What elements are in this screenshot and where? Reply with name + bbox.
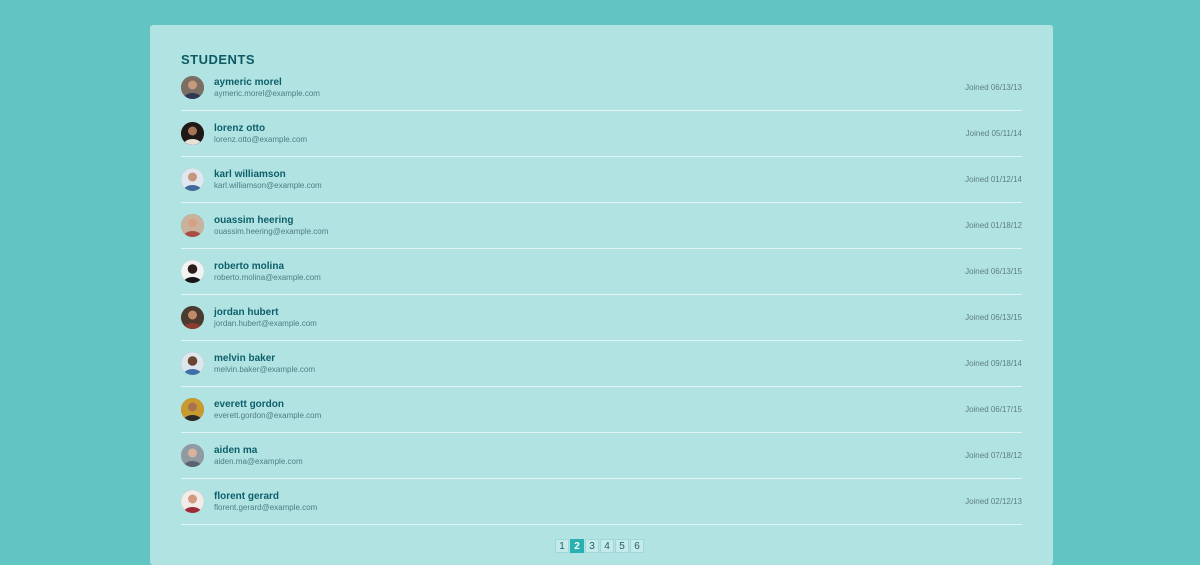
page-link-2-current[interactable]: 2 xyxy=(570,539,584,553)
joined-date: Joined 06/17/15 xyxy=(965,405,1022,414)
avatar-icon xyxy=(181,306,204,329)
joined-date: Joined 06/13/13 xyxy=(965,83,1022,92)
student-row[interactable]: ouassim heering ouassim.heering@example.… xyxy=(181,203,1022,249)
avatar-icon xyxy=(181,168,204,191)
student-name: jordan hubert xyxy=(214,307,279,318)
student-row[interactable]: aymeric morel aymeric.morel@example.com … xyxy=(181,65,1022,111)
joined-date: Joined 06/13/15 xyxy=(965,313,1022,322)
avatar-icon xyxy=(181,214,204,237)
student-name: florent gerard xyxy=(214,491,280,502)
joined-date: Joined 09/18/14 xyxy=(965,359,1022,368)
avatar xyxy=(181,398,204,421)
avatar-icon xyxy=(181,398,204,421)
student-email: jordan.hubert@example.com xyxy=(214,319,317,328)
avatar xyxy=(181,168,204,191)
students-panel: STUDENTS aymeric morel aymeric.morel@exa… xyxy=(150,25,1053,565)
avatar-icon xyxy=(181,122,204,145)
student-row[interactable]: florent gerard florent.gerard@example.co… xyxy=(181,479,1022,525)
page-link-1[interactable]: 1 xyxy=(555,539,569,553)
student-email: aiden.ma@example.com xyxy=(214,457,303,466)
student-name: lorenz otto xyxy=(214,123,266,134)
student-email: karl.williamson@example.com xyxy=(214,181,322,190)
student-email: lorenz.otto@example.com xyxy=(214,135,308,144)
student-name: melvin baker xyxy=(214,353,276,364)
student-email: everett.gordon@example.com xyxy=(214,411,322,420)
student-row[interactable]: karl williamson karl.williamson@example.… xyxy=(181,157,1022,203)
avatar xyxy=(181,122,204,145)
avatar-icon xyxy=(181,260,204,283)
avatar-icon xyxy=(181,490,204,513)
student-name: ouassim heering xyxy=(214,215,294,226)
student-row[interactable]: jordan hubert jordan.hubert@example.com … xyxy=(181,295,1022,341)
avatar xyxy=(181,352,204,375)
joined-date: Joined 01/18/12 xyxy=(965,221,1022,230)
joined-date: Joined 01/12/14 xyxy=(965,175,1022,184)
avatar xyxy=(181,444,204,467)
joined-date: Joined 02/12/13 xyxy=(965,497,1022,506)
student-email: aymeric.morel@example.com xyxy=(214,89,320,98)
page-link-4[interactable]: 4 xyxy=(600,539,614,553)
student-name: roberto molina xyxy=(214,261,285,272)
page-link-5[interactable]: 5 xyxy=(615,539,629,553)
student-email: florent.gerard@example.com xyxy=(214,503,318,512)
avatar xyxy=(181,490,204,513)
student-name: aiden ma xyxy=(214,445,258,456)
student-name: karl williamson xyxy=(214,169,286,180)
avatar xyxy=(181,76,204,99)
student-email: roberto.molina@example.com xyxy=(214,273,321,282)
student-row[interactable]: roberto molina roberto.molina@example.co… xyxy=(181,249,1022,295)
joined-date: Joined 06/13/15 xyxy=(965,267,1022,276)
avatar xyxy=(181,260,204,283)
student-row[interactable]: lorenz otto lorenz.otto@example.com Join… xyxy=(181,111,1022,157)
avatar-icon xyxy=(181,352,204,375)
page-link-6[interactable]: 6 xyxy=(630,539,644,553)
avatar xyxy=(181,306,204,329)
student-name: everett gordon xyxy=(214,399,285,410)
student-row[interactable]: melvin baker melvin.baker@example.com Jo… xyxy=(181,341,1022,387)
student-row[interactable]: aiden ma aiden.ma@example.com Joined 07/… xyxy=(181,433,1022,479)
joined-date: Joined 07/18/12 xyxy=(965,451,1022,460)
page-link-3[interactable]: 3 xyxy=(585,539,599,553)
student-row[interactable]: everett gordon everett.gordon@example.co… xyxy=(181,387,1022,433)
student-email: melvin.baker@example.com xyxy=(214,365,316,374)
student-email: ouassim.heering@example.com xyxy=(214,227,329,236)
avatar-icon xyxy=(181,444,204,467)
avatar-icon xyxy=(181,76,204,99)
student-name: aymeric morel xyxy=(214,77,282,88)
joined-date: Joined 05/11/14 xyxy=(965,129,1022,138)
student-list: aymeric morel aymeric.morel@example.com … xyxy=(181,65,1022,525)
pagination: 1 2 3 4 5 6 xyxy=(555,539,644,553)
avatar xyxy=(181,214,204,237)
